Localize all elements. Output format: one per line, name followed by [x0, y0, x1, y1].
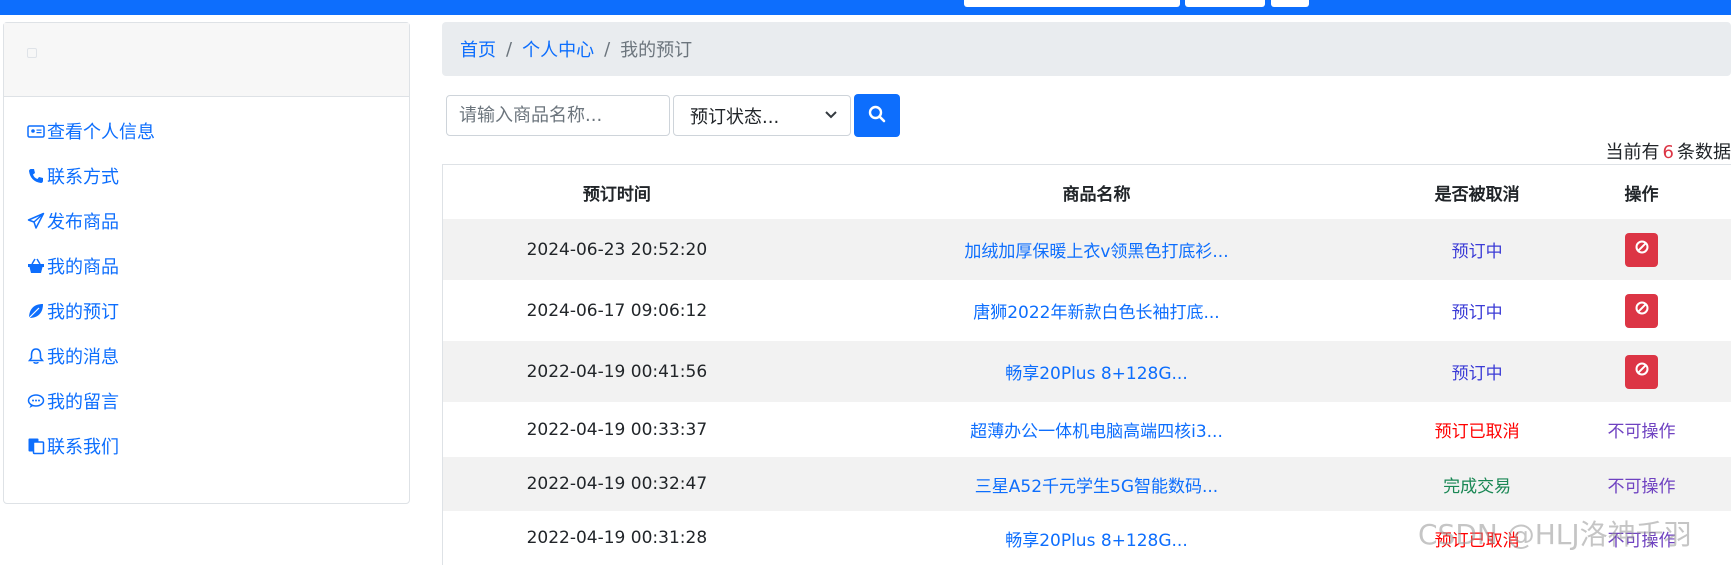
sidebar-item-profile[interactable]: 查看个人信息: [4, 108, 409, 153]
sidebar-item-label: 我的商品: [47, 253, 119, 279]
sidebar-menu: 查看个人信息 联系方式 发布商品 我的商品 我的预订: [4, 97, 409, 468]
search-icon: [868, 105, 886, 127]
send-icon: [26, 211, 46, 231]
sidebar-item-my-goods[interactable]: 我的商品: [4, 243, 409, 288]
contact-icon: [26, 436, 46, 456]
record-count-prefix: 当前有: [1606, 142, 1660, 163]
sidebar-item-label: 联系我们: [47, 433, 119, 459]
sidebar-item-comments[interactable]: 我的留言: [4, 378, 409, 423]
id-card-icon: [26, 121, 46, 141]
reservation-time: 2022-04-19 00:32:47: [443, 457, 791, 511]
action-not-operable: 不可操作: [1552, 402, 1731, 457]
reservation-time: 2022-04-19 00:41:56: [443, 341, 791, 402]
cancel-icon: [1634, 300, 1650, 321]
reservation-status: 完成交易: [1402, 457, 1552, 511]
sidebar-item-label: 我的消息: [47, 343, 119, 369]
action-not-operable: 不可操作: [1552, 457, 1731, 511]
search-input[interactable]: [446, 95, 670, 136]
sidebar-item-my-reservations[interactable]: 我的预订: [4, 288, 409, 333]
reservation-time: 2022-04-19 00:33:37: [443, 402, 791, 457]
action-not-operable: 不可操作: [1552, 511, 1731, 565]
cancel-icon: [1634, 239, 1650, 260]
bell-icon: [26, 346, 46, 366]
status-select[interactable]: 预订状态...: [673, 95, 851, 136]
sidebar-item-label: 我的留言: [47, 388, 119, 414]
sidebar-item-label: 发布商品: [47, 208, 119, 234]
cancel-reservation-button[interactable]: [1625, 233, 1658, 267]
breadcrumb-separator: /: [506, 39, 512, 60]
top-navbar: [0, 0, 1731, 15]
sidebar-item-publish[interactable]: 发布商品: [4, 198, 409, 243]
goods-name-link[interactable]: 唐狮2022年新款白色长袖打底...: [973, 303, 1219, 323]
sidebar-header: [4, 23, 409, 97]
breadcrumb: 首页 / 个人中心 / 我的预订: [442, 22, 1731, 76]
sidebar-item-messages[interactable]: 我的消息: [4, 333, 409, 378]
table-row: 2022-04-19 00:32:47 三星A52千元学生5G智能数码... 完…: [443, 457, 1731, 511]
table-row: 2022-04-19 00:33:37 超薄办公一体机电脑高端四核i3... 预…: [443, 402, 1731, 457]
navbar-button-small[interactable]: [1271, 0, 1309, 7]
reservation-status: 预订已取消: [1402, 511, 1552, 565]
goods-name-link[interactable]: 加绒加厚保暖上衣v领黑色打底衫...: [964, 242, 1228, 262]
column-header-name: 商品名称: [791, 165, 1403, 220]
navbar-button[interactable]: [1185, 0, 1265, 7]
sidebar-item-label: 查看个人信息: [47, 118, 155, 144]
breadcrumb-separator: /: [604, 39, 610, 60]
reservation-time: 2024-06-17 09:06:12: [443, 280, 791, 341]
table-header-row: 预订时间 商品名称 是否被取消 操作: [443, 165, 1731, 220]
cancel-icon: [1634, 361, 1650, 382]
goods-name-link[interactable]: 畅享20Plus 8+128G...: [1005, 531, 1188, 551]
reservation-time: 2024-06-23 20:52:20: [443, 219, 791, 280]
column-header-cancelled: 是否被取消: [1402, 165, 1552, 220]
chevron-down-icon: [824, 105, 838, 126]
sidebar-item-contact-us[interactable]: 联系我们: [4, 423, 409, 468]
record-count-number: 6: [1663, 142, 1674, 163]
record-count-suffix: 条数据: [1677, 142, 1731, 163]
reservation-status: 预订已取消: [1402, 402, 1552, 457]
reservation-status: 预订中: [1402, 280, 1552, 341]
avatar: [27, 48, 37, 58]
sidebar-item-contact-info[interactable]: 联系方式: [4, 153, 409, 198]
breadcrumb-personal-center-link[interactable]: 个人中心: [522, 36, 594, 62]
status-select-value: 预订状态...: [690, 103, 779, 129]
sidebar: 查看个人信息 联系方式 发布商品 我的商品 我的预订: [3, 22, 410, 504]
cancel-reservation-button[interactable]: [1625, 294, 1658, 328]
breadcrumb-home-link[interactable]: 首页: [460, 36, 496, 62]
cancel-reservation-button[interactable]: [1625, 355, 1658, 389]
navbar-search-field[interactable]: [964, 0, 1180, 7]
table-row: 2022-04-19 00:31:28 畅享20Plus 8+128G... 预…: [443, 511, 1731, 565]
search-button[interactable]: [854, 94, 900, 137]
column-header-time: 预订时间: [443, 165, 791, 220]
table-row: 2024-06-17 09:06:12 唐狮2022年新款白色长袖打底... 预…: [443, 280, 1731, 341]
table-row: 2024-06-23 20:52:20 加绒加厚保暖上衣v领黑色打底衫... 预…: [443, 219, 1731, 280]
sidebar-item-label: 我的预订: [47, 298, 119, 324]
reservation-status: 预订中: [1402, 219, 1552, 280]
breadcrumb-current: 我的预订: [620, 36, 692, 62]
goods-name-link[interactable]: 超薄办公一体机电脑高端四核i3...: [970, 422, 1223, 442]
column-header-action: 操作: [1552, 165, 1731, 220]
sidebar-item-label: 联系方式: [47, 163, 119, 189]
goods-name-link[interactable]: 三星A52千元学生5G智能数码...: [975, 477, 1218, 497]
basket-icon: [26, 256, 46, 276]
phone-icon: [26, 166, 46, 186]
chat-icon: [26, 391, 46, 411]
goods-name-link[interactable]: 畅享20Plus 8+128G...: [1005, 364, 1188, 384]
reservation-time: 2022-04-19 00:31:28: [443, 511, 791, 565]
reservation-status: 预订中: [1402, 341, 1552, 402]
leaf-icon: [26, 301, 46, 321]
table-row: 2022-04-19 00:41:56 畅享20Plus 8+128G... 预…: [443, 341, 1731, 402]
reservations-table: 预订时间 商品名称 是否被取消 操作 2024-06-23 20:52:20 加…: [442, 164, 1731, 565]
record-count: 当前有6条数据: [1606, 138, 1731, 164]
